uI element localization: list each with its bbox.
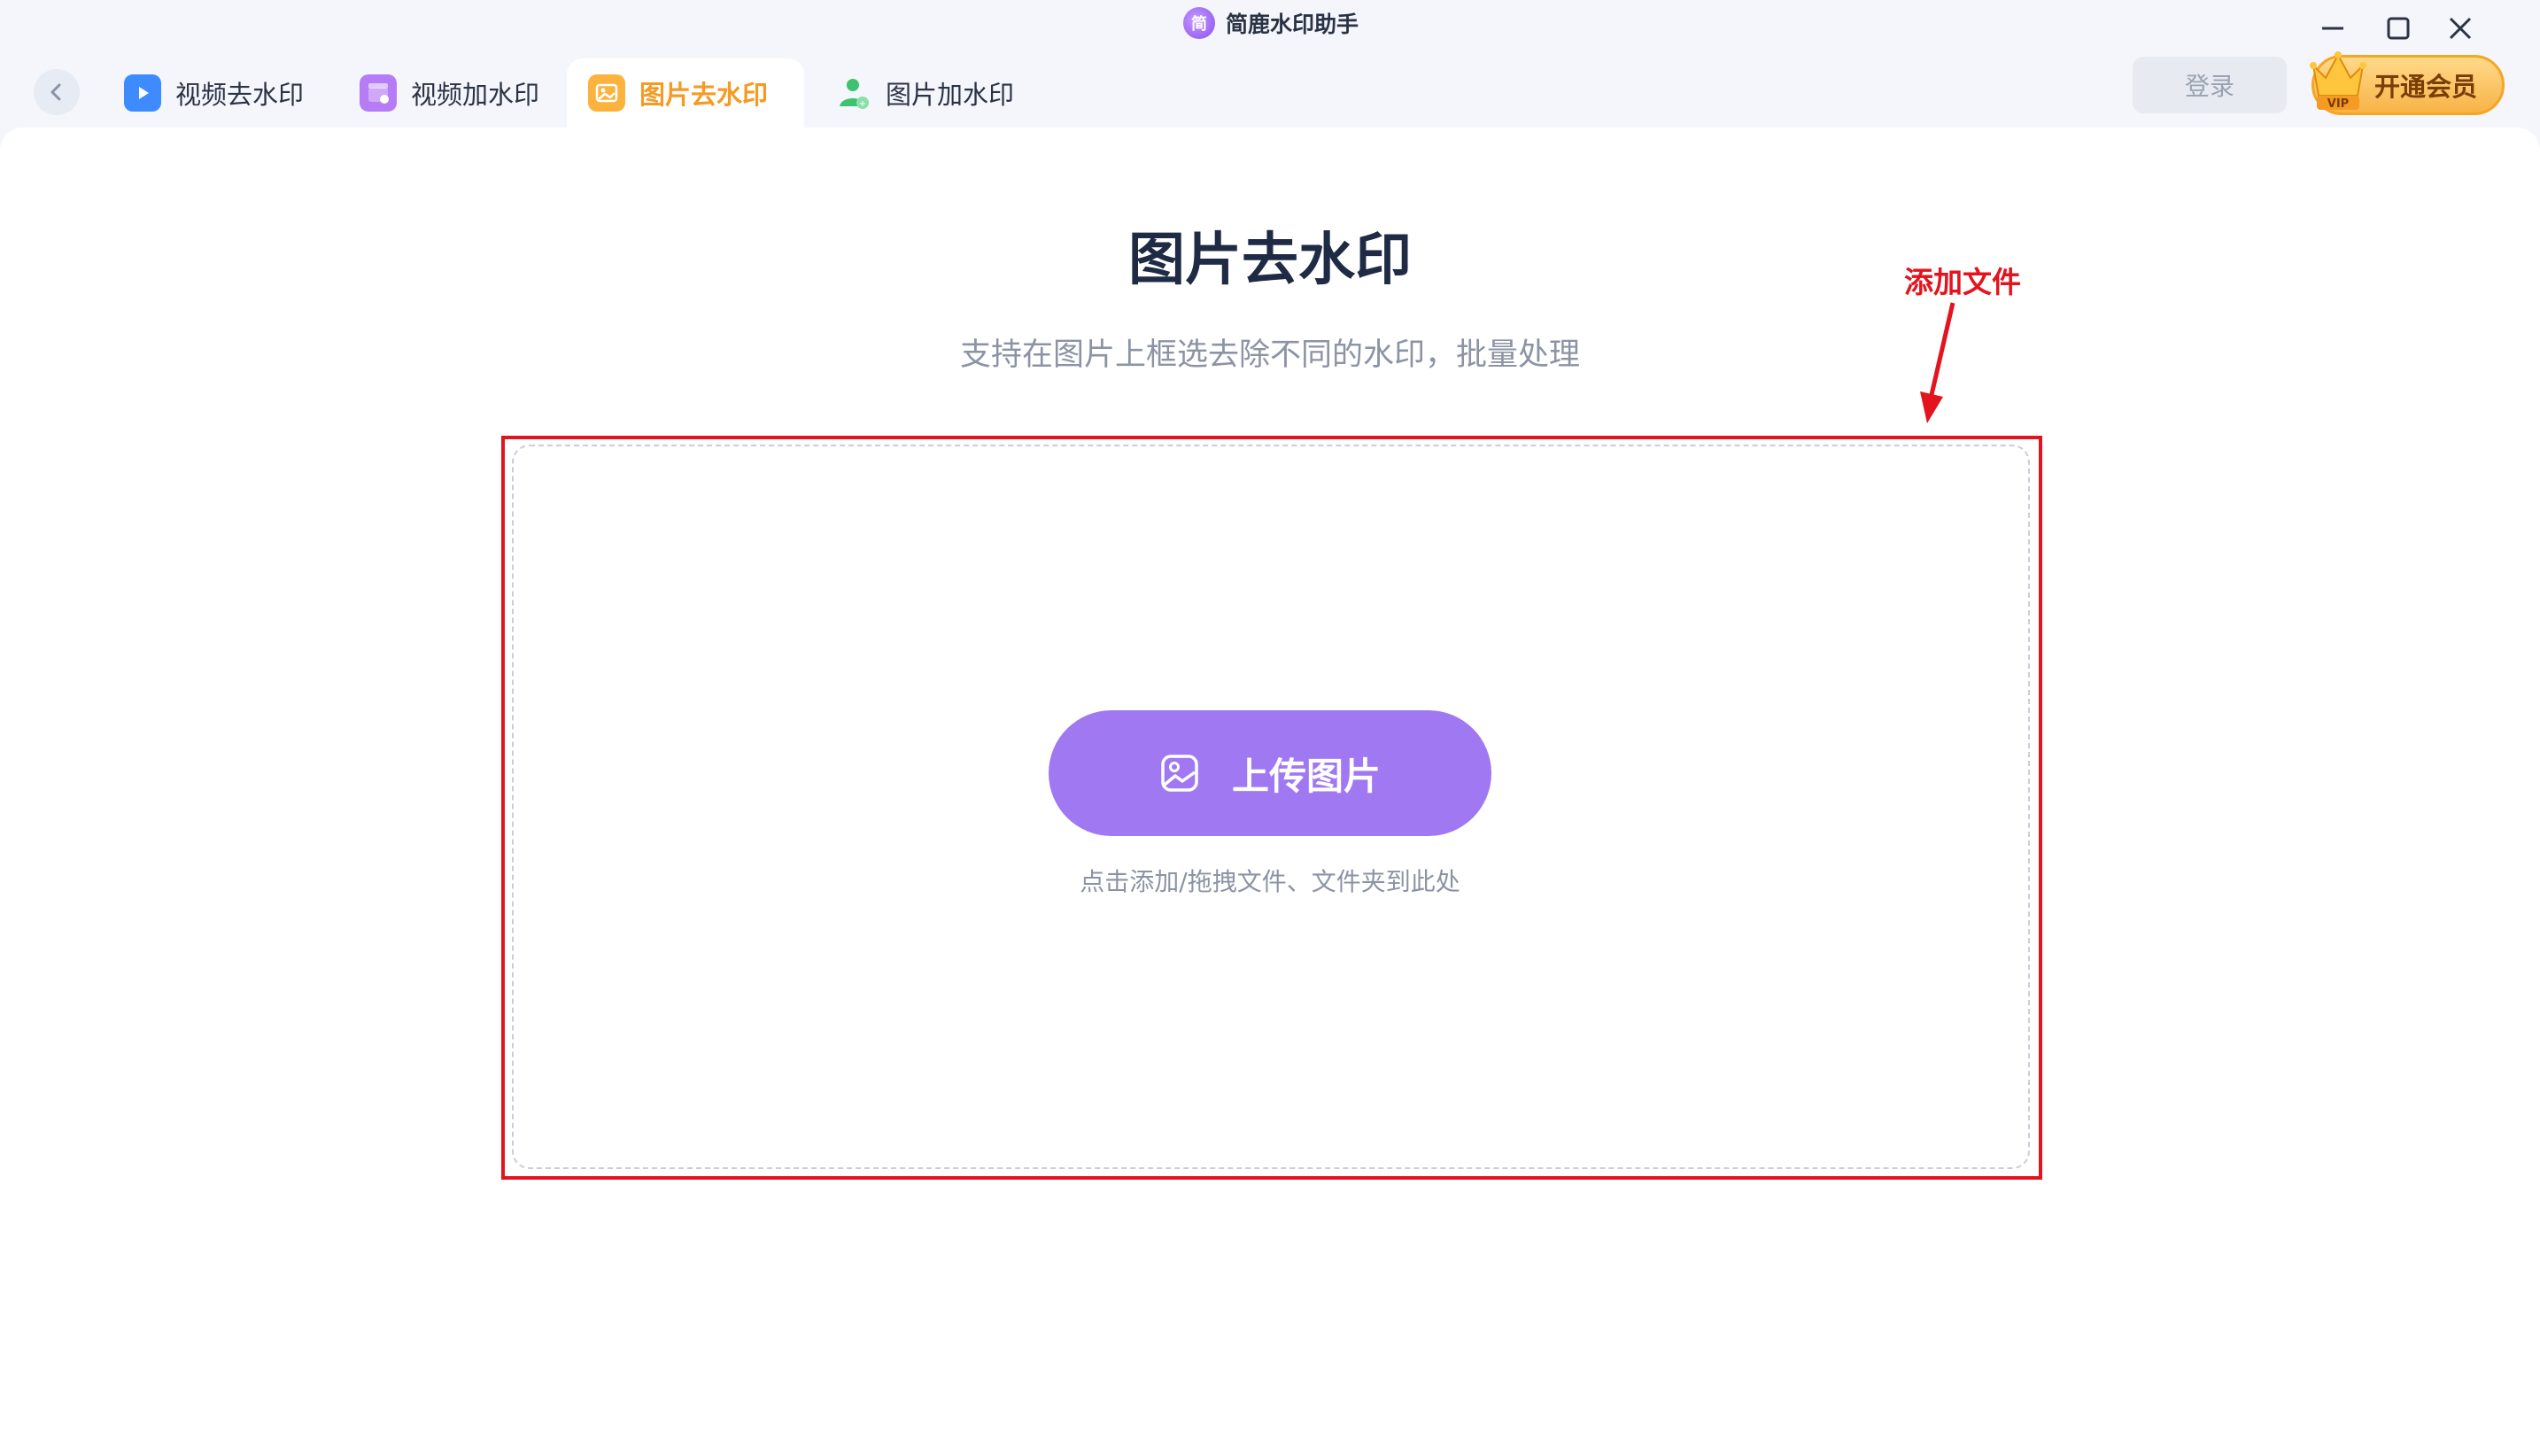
crown-icon: VIP <box>2310 51 2366 111</box>
maximize-icon <box>2387 17 2410 40</box>
image-remove-watermark-icon <box>588 74 625 112</box>
tab-image-add-watermark[interactable]: + 图片加水印 <box>813 58 1035 128</box>
upload-button-label: 上传图片 <box>1231 754 1381 798</box>
maximize-button[interactable] <box>2379 9 2418 48</box>
back-button[interactable] <box>34 69 80 115</box>
page-subtitle: 支持在图片上框选去除不同的水印，批量处理 <box>959 337 1580 373</box>
app-logo-icon: 简 <box>1183 7 1215 39</box>
image-icon <box>1161 755 1198 792</box>
vip-button-label: 开通会员 <box>2374 72 2478 102</box>
login-button[interactable]: 登录 <box>2133 57 2287 113</box>
annotation-label: 添加文件 <box>1904 265 2021 299</box>
annotation-arrow-icon <box>1920 302 1955 423</box>
upload-image-button[interactable]: 上传图片 <box>1049 710 1491 836</box>
video-add-watermark-icon <box>360 74 397 112</box>
tab-label: 图片去水印 <box>639 80 769 110</box>
app-title: 简 简鹿水印助手 <box>1183 5 1359 41</box>
tab-label: 视频加水印 <box>411 80 540 110</box>
app-title-text: 简鹿水印助手 <box>1226 12 1359 37</box>
tab-label: 视频去水印 <box>175 80 305 110</box>
minimize-button[interactable] <box>2313 9 2352 48</box>
image-add-watermark-icon: + <box>834 74 871 112</box>
tab-video-add-watermark[interactable]: 视频加水印 <box>338 58 561 128</box>
page-title: 图片去水印 <box>1128 228 1412 293</box>
close-icon <box>2449 17 2472 40</box>
close-button[interactable] <box>2441 9 2480 48</box>
tab-image-remove-watermark[interactable]: 图片去水印 <box>567 58 804 128</box>
minimize-icon <box>2322 27 2343 30</box>
video-remove-watermark-icon <box>124 74 161 112</box>
svg-text:+: + <box>859 99 866 109</box>
tab-label: 图片加水印 <box>886 80 1015 110</box>
upload-hint: 点击添加/拖拽文件、文件夹到此处 <box>1080 867 1460 896</box>
title-bar: 简 简鹿水印助手 <box>0 0 2540 46</box>
tab-video-remove-watermark[interactable]: 视频去水印 <box>103 58 325 128</box>
vip-badge-text: VIP <box>2327 97 2349 111</box>
chevron-left-icon <box>50 83 61 101</box>
